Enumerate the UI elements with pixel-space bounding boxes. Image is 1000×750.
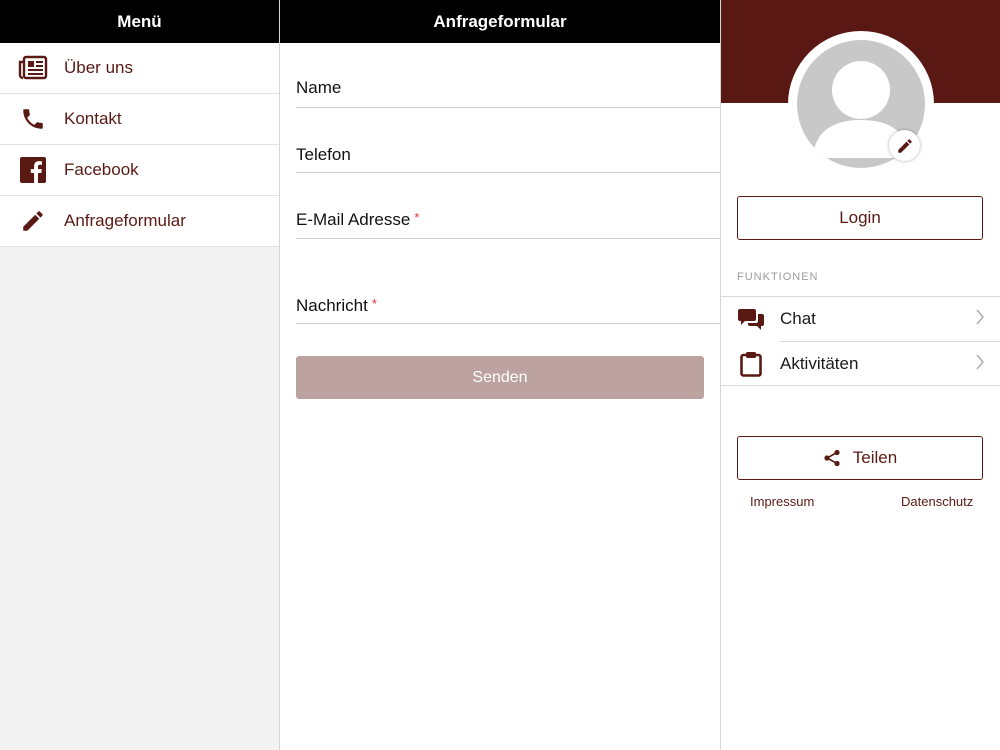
menu-item-label: Anfrageformular: [64, 211, 186, 230]
required-marker: *: [371, 296, 377, 311]
newspaper-icon: [17, 54, 49, 82]
edit-avatar-button[interactable]: [889, 130, 920, 161]
menu-item-anfrageformular[interactable]: Anfrageformular: [0, 196, 279, 247]
send-button-label: Senden: [472, 368, 528, 386]
function-item-label: Aktivitäten: [780, 354, 859, 373]
facebook-icon: [17, 156, 49, 184]
email-field[interactable]: E-Mail Adresse *: [296, 210, 720, 239]
email-label: E-Mail Adresse: [296, 210, 411, 229]
phone-icon: [17, 105, 49, 133]
login-button[interactable]: Login: [737, 196, 983, 240]
profile-panel: Login FUNKTIONEN Chat Aktivitäten Teilen…: [720, 0, 1000, 750]
name-label: Name: [296, 78, 342, 97]
chat-icon: [737, 307, 765, 331]
menu-item-ueber-uns[interactable]: Über uns: [0, 43, 279, 94]
phone-field[interactable]: Telefon: [296, 145, 720, 173]
side-menu: Menü Über uns Kontakt Facebook Anfragefo…: [0, 0, 280, 750]
form-header: Anfrageformular: [280, 0, 720, 43]
menu-item-label: Facebook: [64, 160, 139, 179]
functions-section-label: FUNKTIONEN: [737, 271, 819, 283]
login-button-label: Login: [839, 208, 881, 227]
menu-item-facebook[interactable]: Facebook: [0, 145, 279, 196]
divider: [721, 385, 1000, 386]
menu-item-label: Über uns: [64, 58, 133, 77]
menu-item-label: Kontakt: [64, 109, 122, 128]
function-item-chat[interactable]: Chat: [721, 297, 1000, 341]
privacy-link[interactable]: Datenschutz: [901, 494, 973, 509]
message-field[interactable]: Nachricht *: [296, 296, 720, 324]
menu-header: Menü: [0, 0, 279, 43]
menu-title: Menü: [117, 11, 162, 31]
pencil-icon: [897, 138, 912, 153]
send-button[interactable]: Senden: [296, 356, 704, 399]
imprint-link[interactable]: Impressum: [750, 494, 814, 509]
message-label: Nachricht: [296, 296, 368, 315]
function-item-aktivitaeten[interactable]: Aktivitäten: [721, 342, 1000, 386]
required-marker: *: [414, 210, 420, 225]
share-button-label: Teilen: [852, 448, 898, 467]
share-icon: [823, 449, 841, 467]
phone-label: Telefon: [296, 145, 351, 164]
share-button[interactable]: Teilen: [737, 436, 983, 480]
clipboard-icon: [737, 351, 765, 377]
menu-item-kontakt[interactable]: Kontakt: [0, 94, 279, 145]
function-item-label: Chat: [780, 309, 816, 328]
inquiry-form-panel: Anfrageformular Name Telefon E-Mail Adre…: [280, 0, 720, 750]
form-title: Anfrageformular: [433, 11, 567, 31]
chevron-right-icon: [975, 308, 985, 330]
chevron-right-icon: [975, 353, 985, 375]
pencil-icon: [17, 207, 49, 235]
name-field[interactable]: Name: [296, 78, 720, 108]
